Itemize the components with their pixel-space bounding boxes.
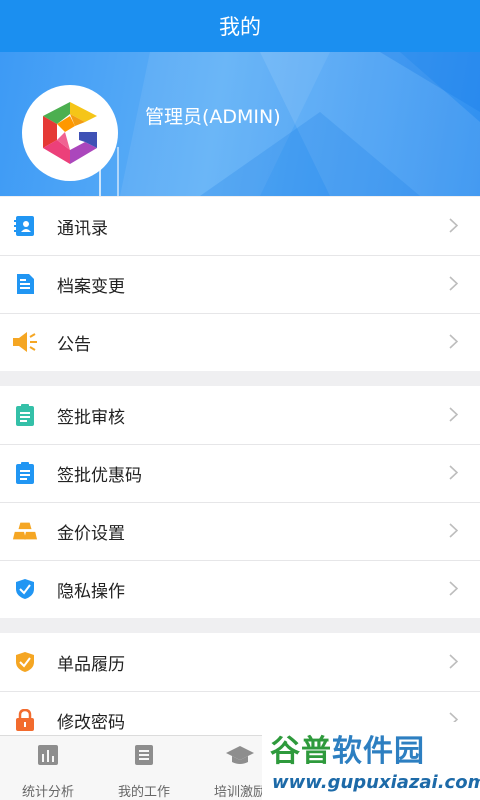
page-title: 我的	[219, 15, 261, 39]
app-logo-icon	[43, 102, 97, 164]
menu-group-2: 签批审核 签批优惠码 金价设置 隐私操作	[0, 386, 480, 618]
menu-item-approval-review[interactable]: 签批审核	[0, 386, 480, 444]
chevron-right-icon	[449, 654, 458, 669]
watermark-logo: 谷普软件园 www.gupuxiazai.com	[262, 722, 480, 800]
graduation-cap-icon	[225, 743, 255, 767]
chevron-right-icon	[449, 334, 458, 349]
menu-item-label: 签批审核	[57, 407, 125, 428]
tab-statistics[interactable]: 统计分析	[0, 736, 96, 800]
menu-item-privacy[interactable]: 隐私操作	[0, 560, 480, 618]
chevron-right-icon	[449, 276, 458, 291]
chevron-right-icon	[449, 407, 458, 422]
watermark-url: www.gupuxiazai.com	[272, 772, 480, 793]
watermark-name: 谷普软件园	[270, 734, 425, 769]
contacts-icon	[12, 213, 38, 239]
menu-item-label: 修改密码	[57, 712, 125, 733]
menu-item-label: 通讯录	[57, 218, 108, 239]
menu-item-label: 档案变更	[57, 276, 125, 297]
menu-item-item-history[interactable]: 单品履历	[0, 633, 480, 691]
avatar[interactable]	[22, 85, 118, 181]
menu-item-approval-coupon[interactable]: 签批优惠码	[0, 444, 480, 502]
tab-label: 培训激励	[213, 785, 266, 800]
gold-bars-icon	[12, 518, 38, 544]
chevron-right-icon	[449, 581, 458, 596]
chevron-right-icon	[449, 218, 458, 233]
user-name: 管理员(ADMIN)	[145, 106, 281, 128]
tab-label: 我的工作	[117, 785, 170, 800]
chevron-right-icon	[449, 465, 458, 480]
menu-item-announcement[interactable]: 公告	[0, 313, 480, 371]
clipboard-check-icon	[12, 402, 38, 428]
tab-label: 统计分析	[21, 785, 74, 800]
shield-check-icon	[12, 576, 38, 602]
menu-item-label: 签批优惠码	[57, 465, 142, 486]
menu-item-label: 金价设置	[57, 523, 125, 544]
shield-check-icon	[12, 649, 38, 675]
lock-icon	[12, 707, 38, 733]
menu-item-label: 公告	[57, 334, 91, 355]
menu-group-1: 通讯录 档案变更 公告	[0, 197, 480, 371]
menu-item-gold-price[interactable]: 金价设置	[0, 502, 480, 560]
menu-item-archive-change[interactable]: 档案变更	[0, 255, 480, 313]
profile-banner[interactable]: 管理员(ADMIN)	[0, 52, 480, 196]
clipboard-icon	[12, 460, 38, 486]
page-title-bar: 我的	[0, 0, 480, 52]
megaphone-icon	[12, 329, 38, 355]
tab-my-work[interactable]: 我的工作	[96, 736, 192, 800]
menu-item-label: 隐私操作	[57, 581, 125, 602]
chevron-right-icon	[449, 523, 458, 538]
document-icon	[12, 271, 38, 297]
document-list-icon	[134, 743, 154, 767]
bar-chart-icon	[37, 743, 59, 767]
menu-item-label: 单品履历	[57, 654, 125, 675]
menu-item-contacts[interactable]: 通讯录	[0, 197, 480, 255]
